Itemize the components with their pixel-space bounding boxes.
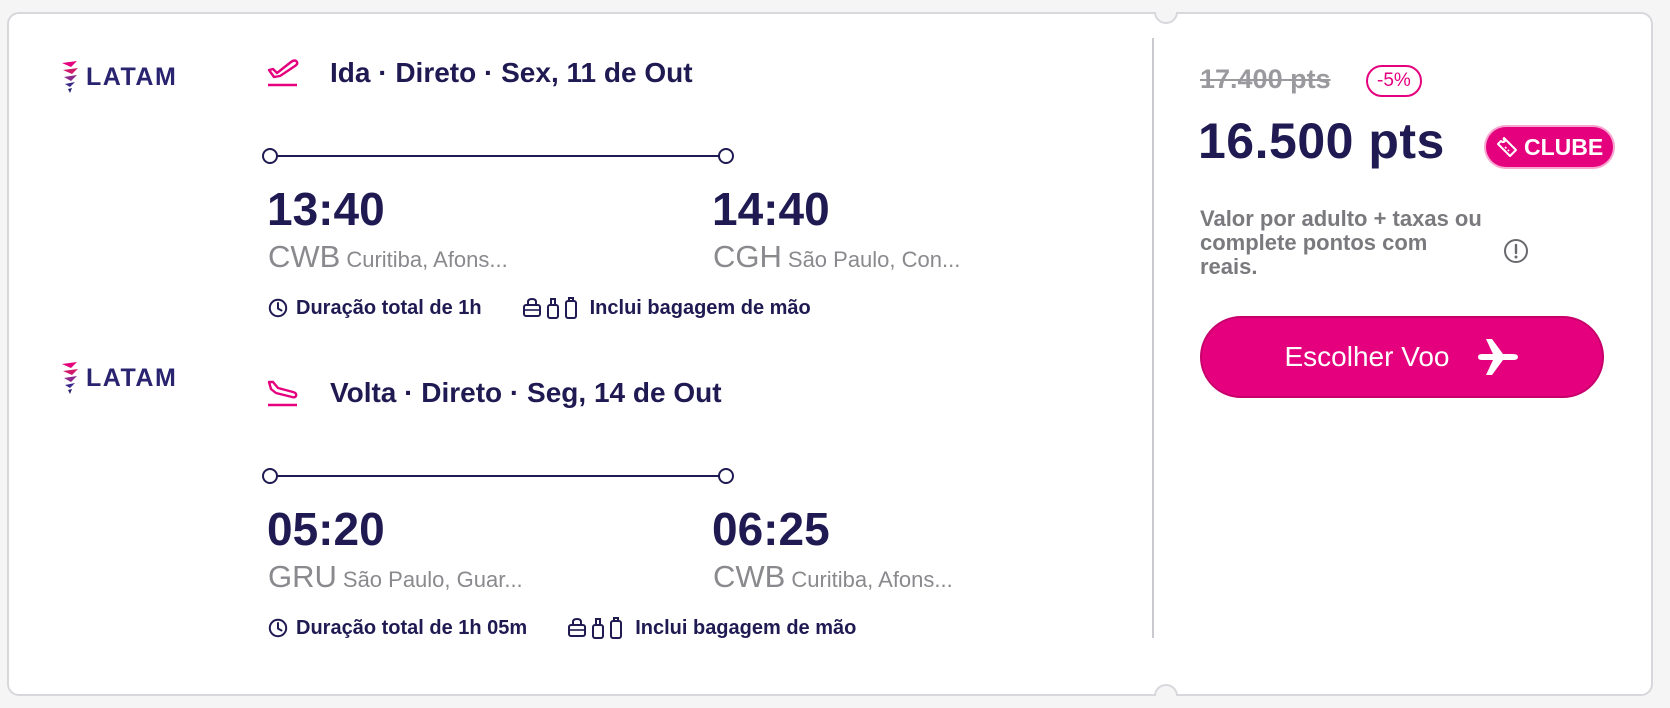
duration-text: Duração total de 1h 05m	[296, 616, 528, 639]
choose-flight-button[interactable]: Escolher Voo	[1200, 316, 1604, 398]
arrival-time: 06:25	[712, 503, 830, 555]
segment-meta: Duração total de 1h 05m Inclui bagagem d…	[268, 616, 856, 640]
price: 16.500 pts	[1198, 113, 1445, 169]
info-icon[interactable]	[1503, 238, 1529, 269]
card-divider	[1152, 38, 1154, 638]
airport-city: São Paulo, Guar...	[342, 567, 523, 592]
destination-dot	[718, 468, 734, 484]
airport-code: CWB	[713, 559, 786, 594]
arrival-time: 14:40	[712, 183, 830, 235]
airplane-icon	[1476, 337, 1520, 377]
departure-time: 05:20	[267, 503, 385, 555]
airport-code: CWB	[268, 239, 341, 274]
airline-logo: LATAM	[60, 361, 177, 395]
ticket-icon	[1496, 136, 1518, 158]
clube-label: CLUBE	[1524, 133, 1604, 160]
segment-meta: Duração total de 1h Inclui bagagem de mã…	[268, 296, 811, 320]
price-note: Valor por adulto + taxas ou complete pon…	[1200, 206, 1482, 279]
arrival-airport: CWB Curitiba, Afons...	[713, 559, 953, 595]
latam-symbol-icon	[62, 61, 78, 93]
destination-dot	[718, 148, 734, 164]
baggage-text: Inclui bagagem de mão	[635, 616, 857, 639]
route-line	[262, 468, 734, 484]
choose-flight-label: Escolher Voo	[1284, 341, 1450, 372]
departure-airport: GRU São Paulo, Guar...	[268, 559, 523, 595]
baggage-icon	[522, 296, 582, 320]
takeoff-icon	[266, 56, 300, 90]
airport-code: CGH	[713, 239, 782, 274]
route-line	[262, 148, 734, 164]
origin-dot	[262, 148, 278, 164]
baggage-icon	[567, 616, 627, 640]
duration-text: Duração total de 1h	[296, 296, 482, 319]
airport-code: GRU	[268, 559, 337, 594]
original-price: 17.400 pts	[1200, 64, 1331, 94]
ticket-notch-top	[1154, 12, 1178, 24]
segment-header: Volta · Direto · Seg, 14 de Out	[266, 376, 722, 410]
clock-icon	[268, 618, 288, 638]
clock-icon	[268, 298, 288, 318]
airline-name: LATAM	[86, 363, 178, 392]
landing-icon	[266, 376, 300, 410]
clube-badge: CLUBE	[1486, 127, 1614, 167]
discount-badge: -5%	[1366, 65, 1422, 97]
airport-city: Curitiba, Afons...	[791, 567, 953, 592]
segment-header: Ida · Direto · Sex, 11 de Out	[266, 56, 693, 90]
latam-symbol-icon	[62, 362, 78, 394]
baggage-text: Inclui bagagem de mão	[589, 296, 811, 319]
airport-city: São Paulo, Con...	[787, 247, 961, 272]
airport-city: Curitiba, Afons...	[346, 247, 508, 272]
airline-logo: LATAM	[60, 60, 177, 94]
departure-time: 13:40	[267, 183, 385, 235]
segment-title: Volta · Direto · Seg, 14 de Out	[330, 377, 722, 408]
segment-title: Ida · Direto · Sex, 11 de Out	[330, 57, 693, 88]
ticket-notch-bottom	[1154, 684, 1178, 696]
airline-name: LATAM	[86, 62, 178, 91]
origin-dot	[262, 468, 278, 484]
departure-airport: CWB Curitiba, Afons...	[268, 239, 508, 275]
arrival-airport: CGH São Paulo, Con...	[713, 239, 960, 275]
